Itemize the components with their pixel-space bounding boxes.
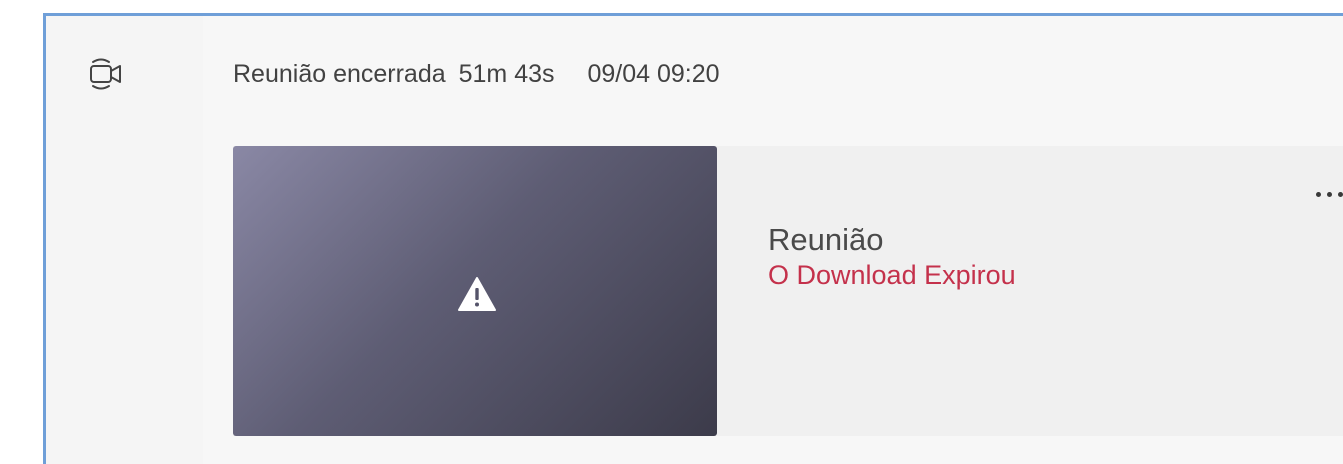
meeting-camera-icon: [90, 58, 121, 90]
warning-icon: [458, 277, 496, 311]
more-options-icon[interactable]: [1273, 176, 1343, 212]
meeting-message-frame: Reunião encerrada 51m 43s 09/04 09:20 Re…: [43, 13, 1343, 464]
recording-status: O Download Expirou: [768, 260, 1016, 290]
recording-card[interactable]: Reunião O Download Expirou: [233, 146, 1343, 436]
message-content: Reunião encerrada 51m 43s 09/04 09:20 Re…: [203, 16, 1343, 464]
recording-title: Reunião: [768, 222, 884, 257]
meeting-duration: 51m 43s: [458, 60, 555, 88]
meeting-datetime: 09/04 09:20: [587, 60, 720, 88]
recording-thumbnail[interactable]: [233, 146, 717, 436]
meeting-status-label: Reunião encerrada: [233, 60, 446, 88]
message-rail: [46, 16, 203, 464]
meeting-header: Reunião encerrada 51m 43s 09/04 09:20: [233, 60, 726, 89]
